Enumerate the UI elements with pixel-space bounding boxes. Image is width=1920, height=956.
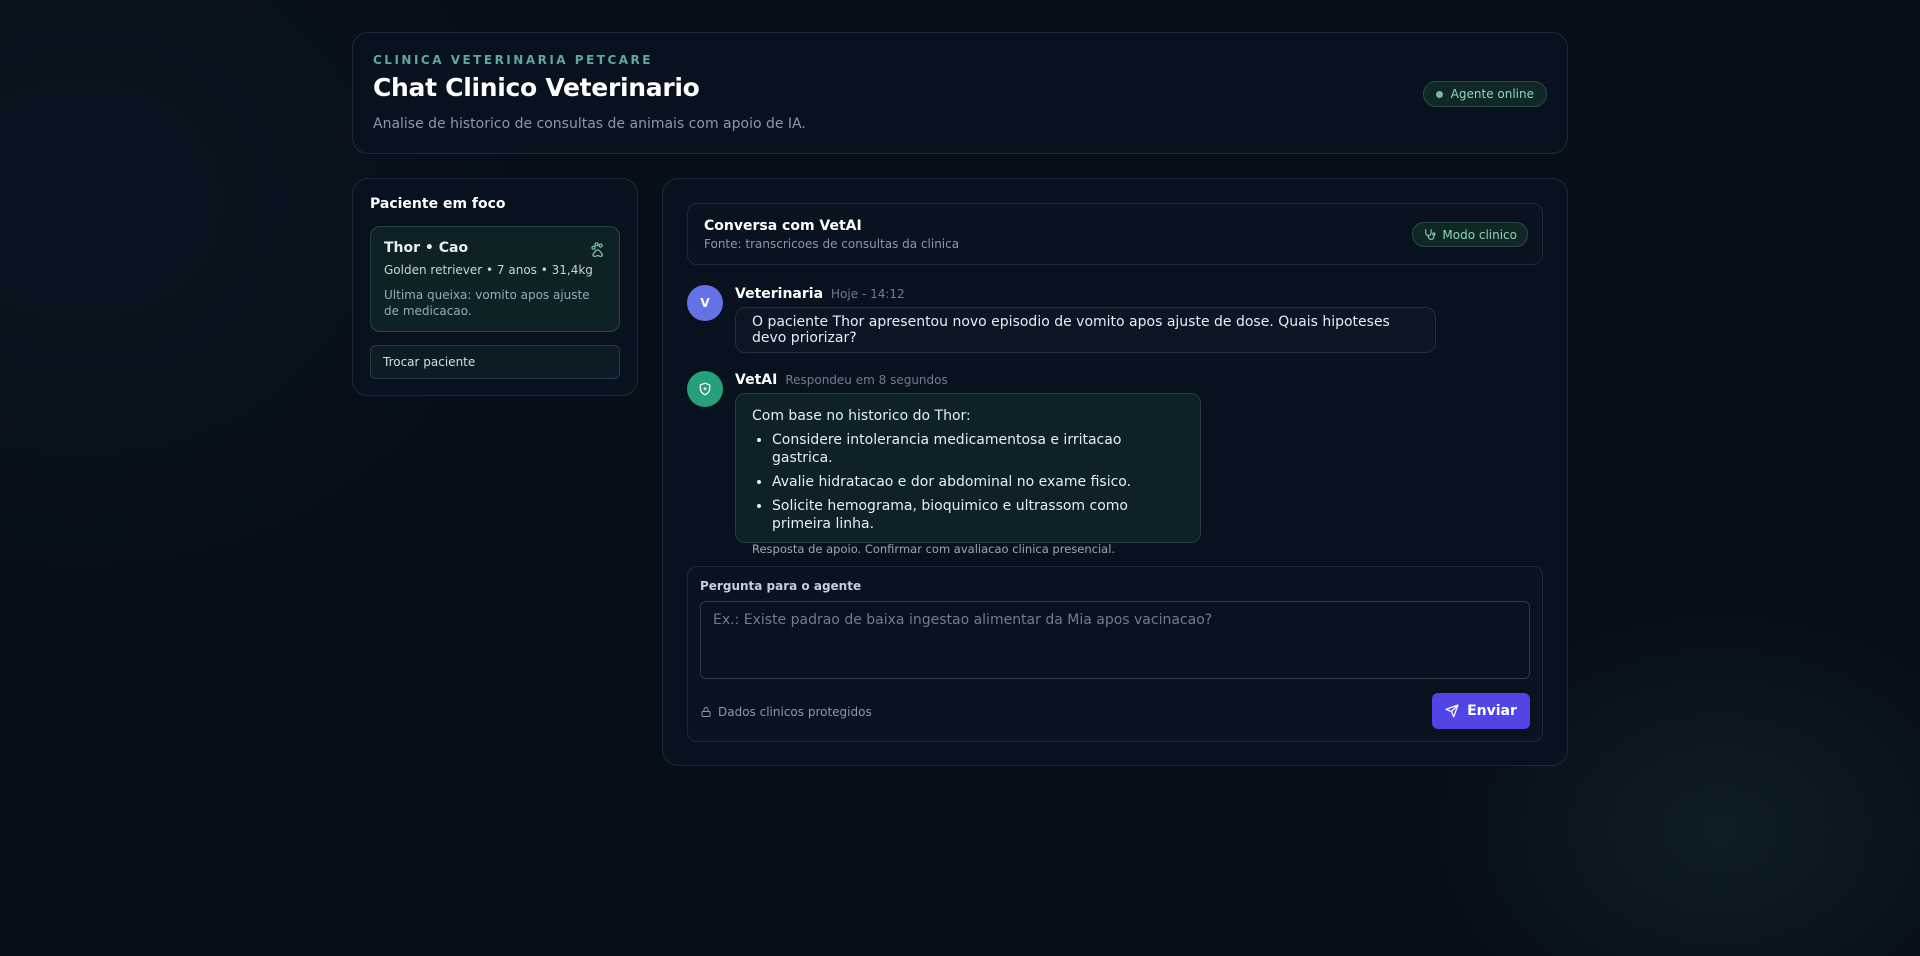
message-bubble-vet: O paciente Thor apresentou novo episodio… xyxy=(735,307,1436,353)
lock-icon xyxy=(701,707,711,717)
patient-meta: Golden retriever • 7 anos • 31,4kg xyxy=(384,263,593,277)
list-item: Avalie hidratacao e dor abdominal no exa… xyxy=(772,473,1184,491)
page-title: Chat Clinico Veterinario xyxy=(373,73,700,102)
secure-note-label: Dados clinicos protegidos xyxy=(718,705,872,719)
status-badge: Agente online xyxy=(1422,81,1547,107)
message-time: Respondeu em 8 segundos xyxy=(785,373,948,387)
composer: Pergunta para o agente Dados clinicos pr… xyxy=(687,566,1543,742)
message-bubble-ai: Com base no historico do Thor: Considere… xyxy=(735,393,1201,556)
chat-panel: Conversa com VetAI Fonte: transcricoes d… xyxy=(662,178,1568,766)
chat-source: Fonte: transcricoes de consultas da clin… xyxy=(704,237,960,251)
chat-header: Conversa com VetAI Fonte: transcricoes d… xyxy=(687,203,1543,265)
avatar-ai xyxy=(687,371,723,407)
list-item: Solicite hemograma, bioquimico e ultrass… xyxy=(772,497,1184,533)
send-icon xyxy=(1445,704,1459,718)
status-dot-icon xyxy=(1435,90,1443,98)
switch-patient-button[interactable]: Trocar paciente xyxy=(370,345,620,379)
patient-summary-card: Thor • Cao Golden retriever • 7 anos • 3… xyxy=(370,226,620,332)
send-button[interactable]: Enviar xyxy=(1432,693,1530,729)
clinical-mode-badge: Modo clinico xyxy=(1412,222,1528,247)
header-card: CLINICA VETERINARIA PETCARE Chat Clinico… xyxy=(352,32,1568,154)
stethoscope-icon xyxy=(1425,229,1436,240)
secure-note: Dados clinicos protegidos xyxy=(700,705,872,719)
shield-icon xyxy=(699,382,711,396)
chat-title: Conversa com VetAI xyxy=(704,218,862,234)
question-input[interactable] xyxy=(700,601,1530,679)
message-time: Hoje - 14:12 xyxy=(831,287,905,301)
clinical-mode-label: Modo clinico xyxy=(1442,227,1517,242)
message-header: Veterinaria Hoje - 14:12 xyxy=(735,286,905,302)
ai-disclaimer: Resposta de apoio. Confirmar com avaliac… xyxy=(752,542,1116,556)
patient-name: Thor • Cao xyxy=(384,240,469,256)
ai-recommendation-list: Considere intolerancia medicamentosa e i… xyxy=(752,431,1184,533)
patient-panel: Paciente em foco Thor • Cao Golden retri… xyxy=(352,178,638,396)
send-label: Enviar xyxy=(1467,703,1517,719)
list-item: Considere intolerancia medicamentosa e i… xyxy=(772,431,1184,467)
status-label: Agente online xyxy=(1450,87,1534,101)
ai-intro: Com base no historico do Thor: xyxy=(752,408,971,424)
message-author: VetAI xyxy=(735,372,778,388)
clinic-name: CLINICA VETERINARIA PETCARE xyxy=(373,53,653,67)
patient-section-title: Paciente em foco xyxy=(370,196,506,212)
patient-last-complaint: Ultima queixa: vomito apos ajuste de med… xyxy=(384,288,590,318)
avatar-vet: V xyxy=(687,285,723,321)
message-author: Veterinaria xyxy=(735,286,824,302)
paw-icon xyxy=(591,242,604,258)
message-header: VetAI Respondeu em 8 segundos xyxy=(735,372,948,388)
composer-label: Pergunta para o agente xyxy=(700,579,862,593)
page-subtitle: Analise de historico de consultas de ani… xyxy=(373,116,806,132)
